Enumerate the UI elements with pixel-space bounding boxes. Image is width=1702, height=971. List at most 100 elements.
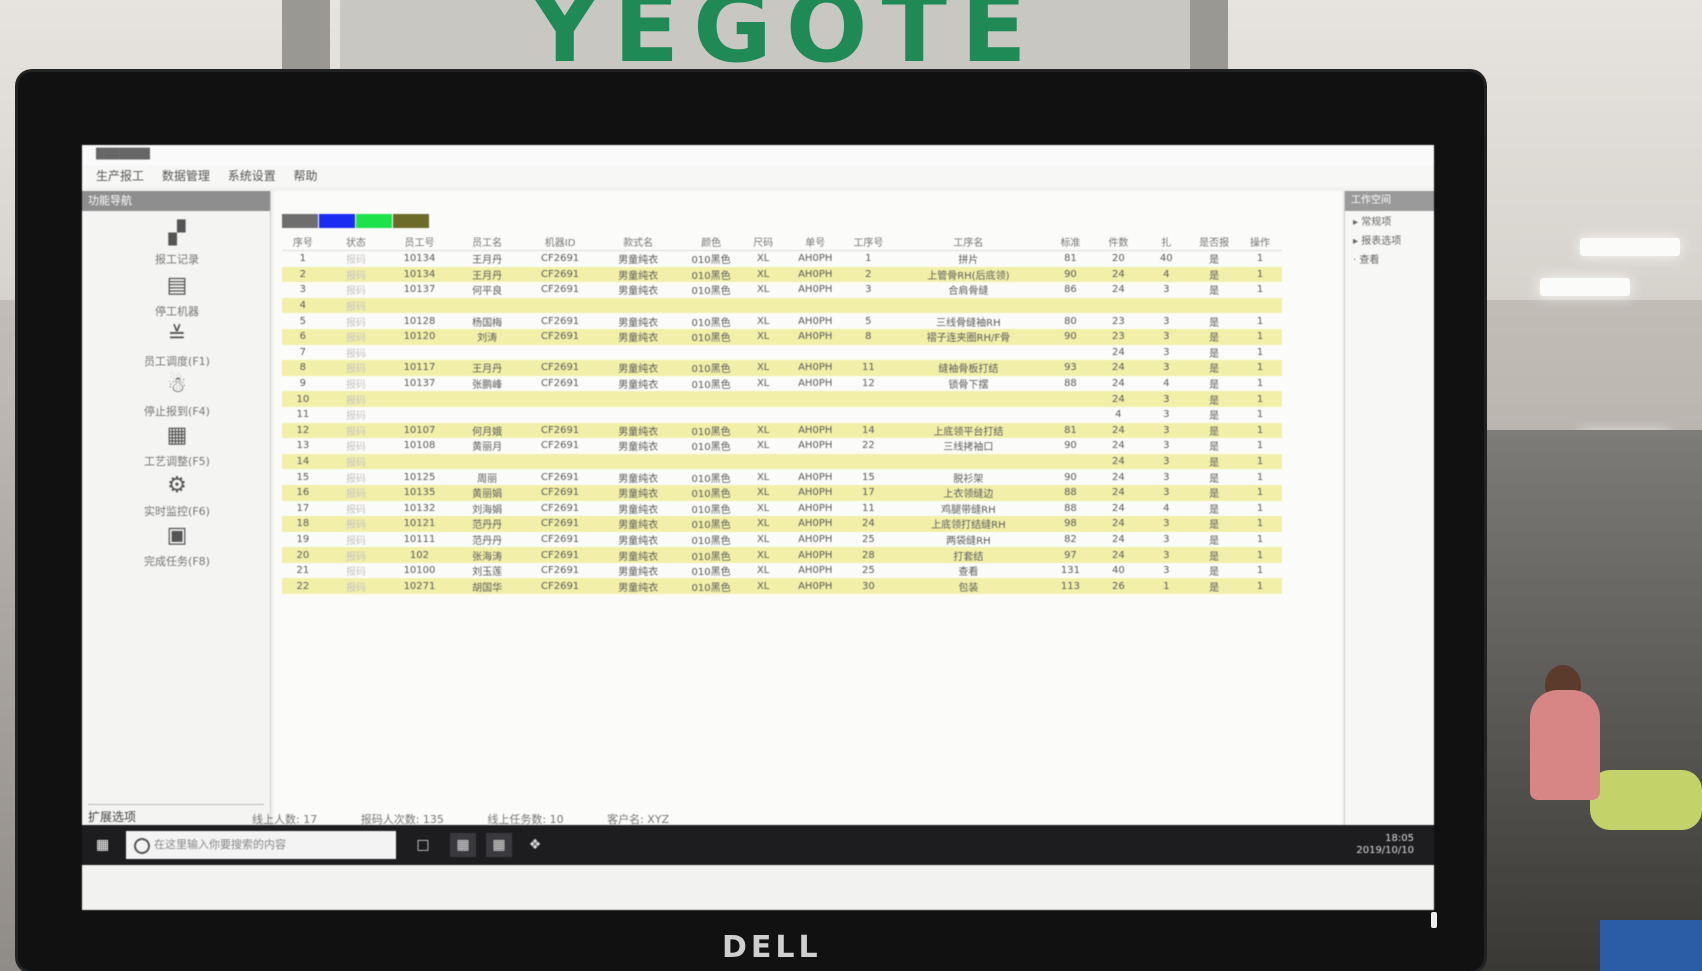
app-icon[interactable]: ▦	[450, 833, 476, 857]
table-row[interactable]: 1 报码 10134 王月丹 CF2691 男童纯衣 010黑色 XL AH0PH 1 拼片 81 20…	[282, 250, 1282, 267]
table-cell: XL	[742, 562, 784, 579]
menu-item[interactable]: 系统设置	[228, 165, 276, 187]
tool-button[interactable]: ≚ 员工调度(F1)	[122, 323, 232, 369]
table-cell: CF2691	[523, 562, 597, 579]
table-row[interactable]: 18 报码 10121 范丹丹 CF2691 男童纯衣 010黑色 XL AH0PH 24 上底领打…	[282, 516, 1282, 532]
tool-button[interactable]: ⚙ 实时监控(F6)	[122, 473, 232, 519]
table-row[interactable]: 20 报码 102 张海涛 CF2691 男童纯衣 010黑色 XL AH0PH 28 打套结 97 2…	[282, 547, 1282, 563]
table-row[interactable]: 12 报码 10107 何月娥 CF2691 男童纯衣 010黑色 XL AH0PH 14 上底领平…	[282, 422, 1282, 439]
table-row[interactable]: 14 报码 24 3 是 1	[282, 453, 1282, 470]
table-cell: 24	[1094, 484, 1143, 501]
column-header[interactable]: 扎	[1142, 233, 1191, 251]
app-icon[interactable]: ❖	[522, 833, 548, 857]
table-row[interactable]: 21 报码 10100 刘玉莲 CF2691 男童纯衣 010黑色 XL AH0PH 25 查看 13…	[282, 562, 1282, 579]
table-cell: AH0PH	[784, 547, 847, 563]
table-row[interactable]: 13 报码 10108 黄丽月 CF2691 男童纯衣 010黑色 XL AH0PH 22 三线拷袖…	[282, 438, 1282, 454]
tool-button[interactable]: ▤ 停工机器	[122, 273, 232, 319]
column-header[interactable]: 单号	[784, 233, 847, 251]
table-cell: 40	[1142, 250, 1191, 267]
table-cell: AH0PH	[784, 250, 847, 267]
table-row[interactable]: 11 报码 4 3 是 1	[282, 406, 1282, 423]
table-row[interactable]: 9 报码 10137 张鹏峰 CF2691 男童纯衣 010黑色 XL AH0PH 12 锁骨下摆 8…	[282, 375, 1282, 392]
column-header[interactable]: 标准	[1046, 233, 1095, 251]
table-row[interactable]: 2 报码 10134 王月丹 CF2691 男童纯衣 010黑色 XL AH0PH 2 上管骨RH(…	[282, 266, 1282, 283]
column-header[interactable]: 款式名	[596, 233, 680, 251]
column-header[interactable]: 是否报	[1190, 233, 1239, 251]
table-cell	[523, 391, 597, 407]
table-cell: 10111	[388, 531, 451, 548]
table-cell	[450, 391, 524, 407]
table-row[interactable]: 17 报码 10132 刘海娟 CF2691 男童纯衣 010黑色 XL AH0PH 11 鸡腿带缝…	[282, 500, 1282, 517]
table-cell: 报码	[323, 469, 389, 485]
blue-cloth	[1600, 920, 1702, 971]
table-row[interactable]: 6 报码 10120 刘涛 CF2691 男童纯衣 010黑色 XL AH0PH 8 褶子连夹圈RH…	[282, 328, 1282, 345]
table-cell: 1	[1238, 453, 1282, 470]
table-row[interactable]: 4 报码	[282, 297, 1282, 314]
workspace-item[interactable]: ▸ 报表选项	[1345, 230, 1434, 249]
table-row[interactable]: 10 报码 24 3 是 1	[282, 391, 1282, 407]
app-icon[interactable]: ▦	[486, 833, 512, 857]
windows-start-icon[interactable]: ▦	[96, 837, 112, 853]
column-header[interactable]: 员工号	[388, 233, 451, 251]
table-row[interactable]: 7 报码 24 3 是 1	[282, 344, 1282, 361]
table-row[interactable]: 19 报码 10111 范丹丹 CF2691 男童纯衣 010黑色 XL AH0PH 25 两袋缝R…	[282, 531, 1282, 548]
table-cell: 1	[1238, 422, 1282, 439]
table-cell: 三线拷袖口	[890, 438, 1047, 454]
taskbar: ▦ 在这里输入你要搜索的内容 □ ▦ ▦ ❖ 18:05 2019/10/10	[82, 825, 1434, 865]
menu-item[interactable]: 生产报工	[96, 165, 144, 187]
table-cell: 010黑色	[679, 360, 743, 376]
workspace-item[interactable]: ▸ 常规项	[1345, 211, 1434, 230]
table-row[interactable]: 22 报码 10271 胡国华 CF2691 男童纯衣 010黑色 XL AH0PH 30 包装 11…	[282, 578, 1282, 595]
tool-button[interactable]: ▞ 报工记录	[122, 221, 232, 267]
tool-button[interactable]: ▦ 工艺调整(F5)	[122, 423, 232, 469]
column-header[interactable]: 机器ID	[523, 233, 597, 251]
legend-swatch	[282, 214, 318, 228]
column-header[interactable]: 尺码	[742, 233, 784, 251]
table-cell	[388, 344, 451, 361]
column-header[interactable]: 颜色	[679, 233, 743, 251]
table-cell: 上管骨RH(后底领)	[890, 266, 1047, 283]
table-cell: AH0PH	[784, 375, 847, 392]
table-cell: 是	[1190, 453, 1239, 470]
system-tray[interactable]: 18:05 2019/10/10	[1356, 833, 1414, 857]
column-header[interactable]: 状态	[323, 233, 389, 251]
menu-item[interactable]: 帮助	[294, 165, 318, 187]
table-cell: 24	[1094, 469, 1143, 485]
table-cell: 80	[1046, 313, 1095, 329]
table-cell: 范丹丹	[450, 531, 524, 548]
tool-button[interactable]: ▣ 完成任务(F8)	[122, 523, 232, 569]
column-header[interactable]: 序号	[282, 233, 324, 251]
table-cell: 1	[1238, 250, 1282, 267]
table-cell: 010黑色	[679, 328, 743, 345]
box-icon: ▣	[166, 523, 188, 548]
table-cell: 113	[1046, 578, 1095, 595]
table-row[interactable]: 5 报码 10128 杨国梅 CF2691 男童纯衣 010黑色 XL AH0PH 5 三线骨缝袖R…	[282, 313, 1282, 329]
workspace-item[interactable]: · 查看	[1345, 249, 1434, 268]
column-header[interactable]: 工序名	[890, 233, 1047, 251]
table-row[interactable]: 15 报码 10125 周丽 CF2691 男童纯衣 010黑色 XL AH0PH 15 脱衫架 90…	[282, 469, 1282, 485]
table-row[interactable]: 8 报码 10117 王月丹 CF2691 男童纯衣 010黑色 XL AH0PH 11 缝袖骨板打…	[282, 360, 1282, 376]
table-cell: 88	[1046, 500, 1095, 517]
toolbox-footer[interactable]: 扩展选项	[88, 804, 264, 825]
table-cell: 14	[846, 422, 891, 439]
table-row[interactable]: 3 报码 10137 何平良 CF2691 男童纯衣 010黑色 XL AH0PH 3 合肩骨缝 86…	[282, 282, 1282, 298]
menu-item[interactable]: 数据管理	[162, 165, 210, 187]
table-cell: 是	[1190, 328, 1239, 345]
task-view-icon[interactable]: □	[410, 833, 436, 857]
tool-button[interactable]: ☃ 停止报到(F4)	[122, 373, 232, 419]
table-cell: 2	[846, 266, 891, 283]
column-header[interactable]: 员工名	[450, 233, 524, 251]
column-header[interactable]: 件数	[1094, 233, 1143, 251]
table-cell: 010黑色	[679, 484, 743, 501]
table-cell: XL	[742, 516, 784, 532]
table-cell: 10125	[388, 469, 451, 485]
table-cell: 25	[846, 531, 891, 548]
search-box[interactable]: 在这里输入你要搜索的内容	[126, 831, 396, 859]
table-cell: AH0PH	[784, 531, 847, 548]
table-row[interactable]: 16 报码 10135 黄丽娟 CF2691 男童纯衣 010黑色 XL AH0PH 17 上衣领缝…	[282, 484, 1282, 501]
table-cell: 1	[1238, 313, 1282, 329]
table-cell: 范丹丹	[450, 516, 524, 532]
window-titlebar: ███████	[82, 145, 1434, 165]
column-header[interactable]: 工序号	[846, 233, 891, 251]
column-header[interactable]: 操作	[1238, 233, 1282, 251]
